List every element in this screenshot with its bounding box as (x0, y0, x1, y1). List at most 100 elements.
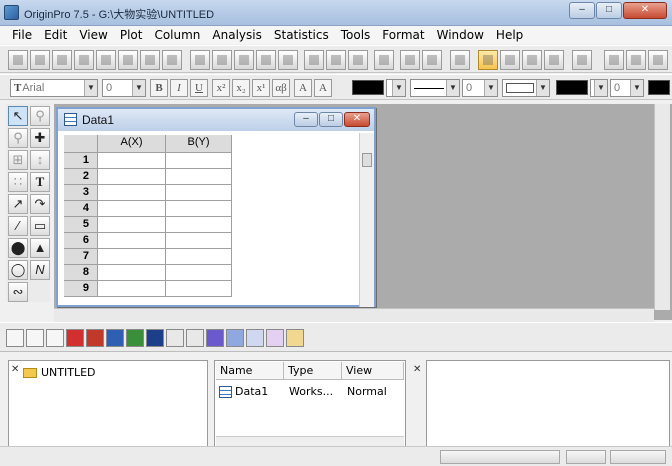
contents-pane[interactable]: Name Type View Data1 Works... Normal (214, 360, 406, 452)
border-width-select[interactable]: 0 ▼ (610, 79, 644, 97)
minimize-button[interactable]: – (569, 2, 595, 19)
new-project-icon[interactable] (8, 50, 28, 70)
data-cell[interactable] (98, 169, 166, 185)
new-function-icon[interactable] (118, 50, 138, 70)
worksheet-title-bar[interactable]: Data1 – □ ✕ (58, 109, 374, 131)
print-icon[interactable] (374, 50, 394, 70)
data-cell[interactable] (98, 217, 166, 233)
row-header[interactable]: 8 (64, 265, 98, 281)
project-explorer-icon[interactable] (450, 50, 470, 70)
data-cell[interactable] (166, 249, 232, 265)
multi-panel-icon[interactable] (226, 329, 244, 347)
save-icon[interactable] (256, 50, 276, 70)
add-text-icon[interactable] (544, 50, 564, 70)
subscript-button[interactable]: x₂ (232, 79, 250, 97)
greek-button[interactable]: αβ (272, 79, 290, 97)
circle-tool-icon[interactable]: ⬤ (8, 238, 28, 258)
corner-cell[interactable] (64, 135, 98, 153)
new-worksheet-icon[interactable] (30, 50, 50, 70)
data-cell[interactable] (166, 153, 232, 169)
menu-statistics[interactable]: Statistics (268, 26, 335, 44)
save-template-icon[interactable] (278, 50, 298, 70)
menu-help[interactable]: Help (490, 26, 529, 44)
pointer-tool-icon[interactable]: ↖ (8, 106, 28, 126)
ternary-plot-icon[interactable] (186, 329, 204, 347)
smith-chart-icon[interactable] (246, 329, 264, 347)
menu-plot[interactable]: Plot (114, 26, 149, 44)
row-header[interactable]: 7 (64, 249, 98, 265)
data-cell[interactable] (166, 265, 232, 281)
line-width-select[interactable]: 0 ▼ (462, 79, 498, 97)
vector-plot-icon[interactable] (206, 329, 224, 347)
data-cell[interactable] (166, 233, 232, 249)
column-header-a[interactable]: A(X) (98, 135, 166, 153)
row-header[interactable]: 2 (64, 169, 98, 185)
open-icon[interactable] (190, 50, 210, 70)
menu-window[interactable]: Window (431, 26, 490, 44)
color-icon[interactable] (572, 50, 592, 70)
import-multiple-icon[interactable] (326, 50, 346, 70)
data-reader-icon[interactable]: ⊞ (8, 150, 28, 170)
bold-button[interactable]: B (150, 79, 168, 97)
workspace-vertical-scrollbar[interactable] (654, 104, 670, 310)
data-cell[interactable] (98, 185, 166, 201)
data-cell[interactable] (98, 249, 166, 265)
text-tool-icon[interactable]: T (30, 172, 50, 192)
data-cell[interactable] (166, 169, 232, 185)
data-cell[interactable] (98, 153, 166, 169)
column-header-type[interactable]: Type (284, 362, 342, 380)
zoom-tool-icon[interactable]: ⚲ (30, 106, 50, 126)
new-matrix-icon[interactable] (96, 50, 116, 70)
data-cell[interactable] (98, 233, 166, 249)
scatter-plot-icon[interactable] (26, 329, 44, 347)
menu-format[interactable]: Format (376, 26, 430, 44)
polygon-tool-icon[interactable]: ▲ (30, 238, 50, 258)
rectangle-tool-icon[interactable]: ▭ (30, 216, 50, 236)
polyline-tool-icon[interactable]: N (30, 260, 50, 280)
row-header[interactable]: 5 (64, 217, 98, 233)
border-color-swatch[interactable] (648, 80, 670, 95)
decrease-font-button[interactable]: A (314, 79, 332, 97)
maximize-button[interactable]: □ (596, 2, 622, 19)
row-header[interactable]: 6 (64, 233, 98, 249)
data-cell[interactable] (166, 185, 232, 201)
zoom-in-tool-icon[interactable]: ⚲ (8, 128, 28, 148)
open-excel-icon[interactable] (234, 50, 254, 70)
superscript-button[interactable]: x² (212, 79, 230, 97)
scrollbar-thumb[interactable] (362, 153, 372, 167)
pin-icon[interactable]: ✕ (11, 364, 19, 375)
data-cell[interactable] (166, 217, 232, 233)
font-color-dropdown[interactable]: ▼ (386, 79, 406, 97)
data-cell[interactable] (166, 281, 232, 297)
double-y-icon[interactable] (266, 329, 284, 347)
menu-edit[interactable]: Edit (38, 26, 73, 44)
close-button[interactable]: ✕ (623, 2, 667, 19)
zoom-out-icon[interactable] (626, 50, 646, 70)
open-template-icon[interactable] (212, 50, 232, 70)
line-tool-icon[interactable]: ∕ (8, 216, 28, 236)
polar-plot-icon[interactable] (166, 329, 184, 347)
menu-view[interactable]: View (73, 26, 113, 44)
menu-column[interactable]: Column (148, 26, 206, 44)
font-color-swatch[interactable] (352, 80, 384, 95)
column-header-name[interactable]: Name (216, 362, 284, 380)
line-symbol-plot-icon[interactable] (46, 329, 64, 347)
worksheet-close-button[interactable]: ✕ (344, 112, 370, 127)
area-plot-icon[interactable] (126, 329, 144, 347)
column-plot-icon[interactable] (66, 329, 84, 347)
data-cell[interactable] (98, 281, 166, 297)
folder-pane[interactable]: ✕ UNTITLED (8, 360, 208, 452)
zoom-in-icon[interactable] (604, 50, 624, 70)
stacked-column-icon[interactable] (86, 329, 104, 347)
data-cell[interactable] (98, 201, 166, 217)
import-ascii-icon[interactable] (304, 50, 324, 70)
new-notes-icon[interactable] (162, 50, 182, 70)
new-excel-icon[interactable] (52, 50, 72, 70)
line-plot-icon[interactable] (6, 329, 24, 347)
worksheet-maximize-button[interactable]: □ (319, 112, 343, 127)
new-layout-icon[interactable] (140, 50, 160, 70)
row-header[interactable]: 9 (64, 281, 98, 297)
data-cell[interactable] (98, 265, 166, 281)
fill-color-swatch[interactable] (556, 80, 588, 95)
pie-chart-icon[interactable] (106, 329, 124, 347)
